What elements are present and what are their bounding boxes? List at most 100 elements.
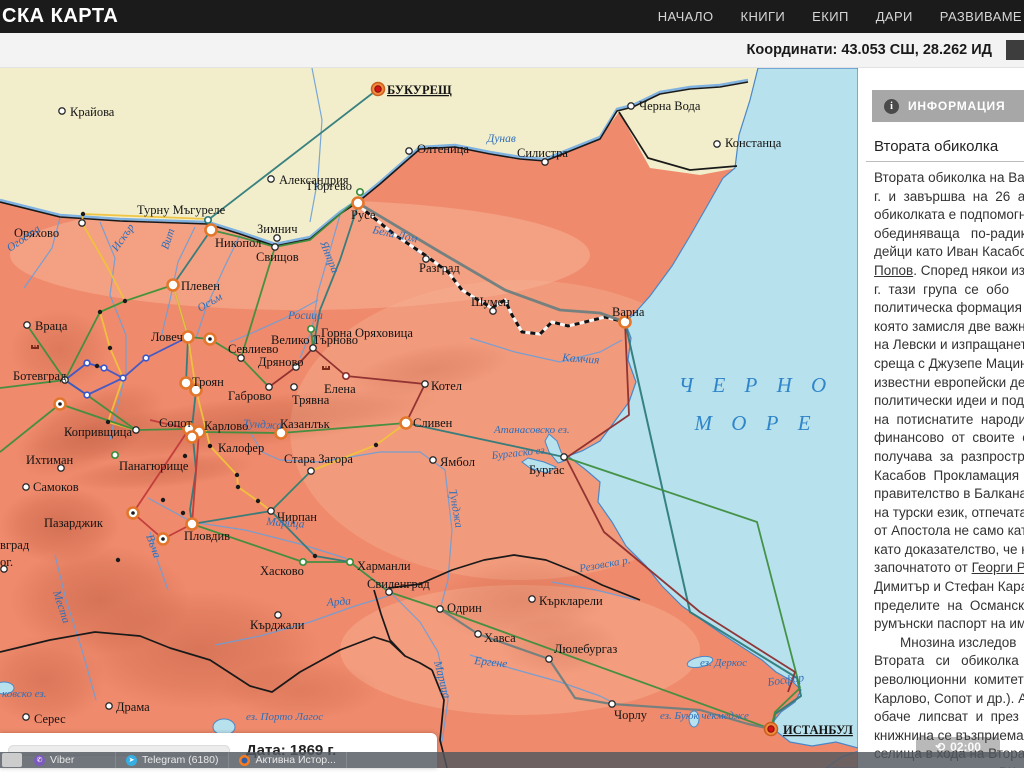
map-container[interactable]: БУКУРЕЩИСТАНБУЛКрайоваЧерна ВодаКонстанц… <box>0 68 858 768</box>
subbar-button[interactable] <box>1006 40 1024 60</box>
route-waypoint-blue <box>84 392 90 398</box>
city-marker-Чирпан[interactable] <box>268 508 274 514</box>
city-marker-Стара Загора[interactable] <box>308 468 314 474</box>
city-marker-Хавса[interactable] <box>475 631 481 637</box>
article-line: финансово от своите с <box>874 429 1024 448</box>
city-marker-Ловеч[interactable] <box>183 332 194 343</box>
taskbar-item-viber[interactable]: ✆Viber <box>24 752 116 768</box>
city-marker-Черна Вода[interactable] <box>628 103 634 109</box>
route-waypoint-blue <box>101 365 107 371</box>
taskbar-item-telegram-6180-[interactable]: ➤Telegram (6180) <box>116 752 229 768</box>
information-panel-header[interactable]: i ИНФОРМАЦИЯ <box>872 90 1024 122</box>
city-marker-Серес[interactable] <box>23 714 29 720</box>
menu-item-4[interactable]: РАЗВИВАМЕ <box>940 9 1022 24</box>
city-label-Ихтиман: Ихтиман <box>26 453 73 467</box>
sea-label: Ч Е Р Н О <box>679 373 833 397</box>
city-label-Габрово: Габрово <box>228 389 271 403</box>
city-label-вград: вград <box>0 538 30 552</box>
article-line: като доказателство, че не <box>874 541 1024 560</box>
city-marker-Трявна[interactable] <box>291 384 297 390</box>
city-marker-Горна Оряховица[interactable] <box>308 326 314 332</box>
city-marker-Котел[interactable] <box>422 381 428 387</box>
water-label: ез. Деркос <box>700 657 747 669</box>
city-label-Хавса: Хавса <box>484 631 516 645</box>
route-waypoint <box>98 310 102 314</box>
city-marker-Люлебургаз[interactable] <box>546 656 552 662</box>
city-marker-Копривщица[interactable] <box>133 427 139 433</box>
city-marker-Турну Мъгуреле[interactable] <box>205 217 211 223</box>
city-label-Панагюрище: Панагюрище <box>119 459 189 473</box>
city-marker-Харманли[interactable] <box>347 559 353 565</box>
article-line: политическа формация в <box>874 299 1024 318</box>
city-marker-Никопол[interactable] <box>206 225 217 236</box>
city-marker-Пловдив[interactable] <box>187 519 198 530</box>
water-label: Дунав <box>486 133 516 145</box>
city-label-Плевен: Плевен <box>181 279 220 293</box>
taskbar-item-активна-истор-[interactable]: Активна Истор... <box>229 752 346 768</box>
menu-item-1[interactable]: КНИГИ <box>740 9 785 24</box>
route-waypoint <box>235 473 239 477</box>
city-marker-Констанца[interactable] <box>714 141 720 147</box>
article-link[interactable]: Георги Ра <box>972 560 1024 575</box>
city-marker-Александрия[interactable] <box>268 176 274 182</box>
city-marker-Къркларели[interactable] <box>529 596 535 602</box>
city-marker-Бургас[interactable] <box>561 454 567 460</box>
article-line: започнатото от Георги Ра <box>874 559 1024 578</box>
city-marker-Чорлу[interactable] <box>609 701 615 707</box>
city-marker-Драма[interactable] <box>106 703 112 709</box>
city-marker-Троян[interactable] <box>181 378 192 389</box>
city-marker-Калофер[interactable] <box>208 444 212 448</box>
city-label-Одрин: Одрин <box>447 601 482 615</box>
city-label-Разград: Разград <box>419 261 460 275</box>
article-line: дейци като Иван Касабо <box>874 243 1024 262</box>
city-label-Самоков: Самоков <box>33 480 79 494</box>
city-label-Констанца: Констанца <box>725 136 782 150</box>
article-link[interactable]: Попов <box>874 263 913 278</box>
article-line: известни европейски дей <box>874 374 1024 393</box>
city-marker-Враца[interactable] <box>24 322 30 328</box>
route-waypoint <box>81 212 85 216</box>
city-label-Казанлък: Казанлък <box>280 417 331 431</box>
route-waypoint <box>374 443 378 447</box>
city-label-Ямбол: Ямбол <box>440 455 475 469</box>
city-marker-Самоков[interactable] <box>23 484 29 490</box>
city-marker-Гюргево[interactable] <box>357 189 363 195</box>
city-label-Варна: Варна <box>612 305 645 319</box>
map-canvas[interactable]: БУКУРЕЩИСТАНБУЛКрайоваЧерна ВодаКонстанц… <box>0 68 858 768</box>
route-waypoint-blue <box>143 355 149 361</box>
city-label-Свищов: Свищов <box>256 250 299 264</box>
menu-item-0[interactable]: НАЧАЛО <box>658 9 714 24</box>
article-line: Карлово, Сопот и др.). Ав <box>874 690 1024 709</box>
city-marker-Плевен[interactable] <box>168 280 179 291</box>
city-marker-Олтеница[interactable] <box>406 148 412 154</box>
route-waypoint <box>116 558 120 562</box>
article-line: среща с Джузепе Мацини <box>874 355 1024 374</box>
city-marker-Панагюрище[interactable] <box>112 452 118 458</box>
title-divider <box>866 161 1024 162</box>
fortress-icon <box>322 366 330 370</box>
information-panel: i ИНФОРМАЦИЯ Втората обиколка Втората об… <box>866 68 1024 768</box>
route-waypoint <box>95 364 99 368</box>
city-label-Копривщица: Копривщица <box>64 425 133 439</box>
water-label: ез. Порто Лагос <box>246 711 323 723</box>
article-line: която замисля две важни <box>874 318 1024 337</box>
city-label-Ловеч: Ловеч <box>151 330 183 344</box>
city-marker-Русе[interactable] <box>353 198 364 209</box>
city-label-Къркларели: Къркларели <box>539 594 603 608</box>
city-marker-Одрин[interactable] <box>437 606 443 612</box>
taskbar-start-button[interactable] <box>2 753 22 767</box>
city-marker-Ямбол[interactable] <box>430 457 436 463</box>
city-marker-Елена[interactable] <box>343 373 349 379</box>
menu-item-2[interactable]: ЕКИП <box>812 9 849 24</box>
city-label-Троян: Троян <box>192 375 224 389</box>
menu-item-3[interactable]: ДАРИ <box>876 9 913 24</box>
water-label: Атанасовско ез. <box>493 424 570 436</box>
city-marker-Крайова[interactable] <box>59 108 65 114</box>
city-label-Драма: Драма <box>116 700 150 714</box>
article-line: г. тази група се обо <box>874 281 1024 300</box>
city-marker-Оряхово[interactable] <box>79 220 85 226</box>
site-logo[interactable]: СКА КАРТА <box>0 5 118 28</box>
city-marker-Сливен[interactable] <box>401 418 412 429</box>
city-marker[interactable] <box>187 432 198 443</box>
os-taskbar: ✆Viber➤Telegram (6180)Активна Истор... <box>0 752 1024 768</box>
